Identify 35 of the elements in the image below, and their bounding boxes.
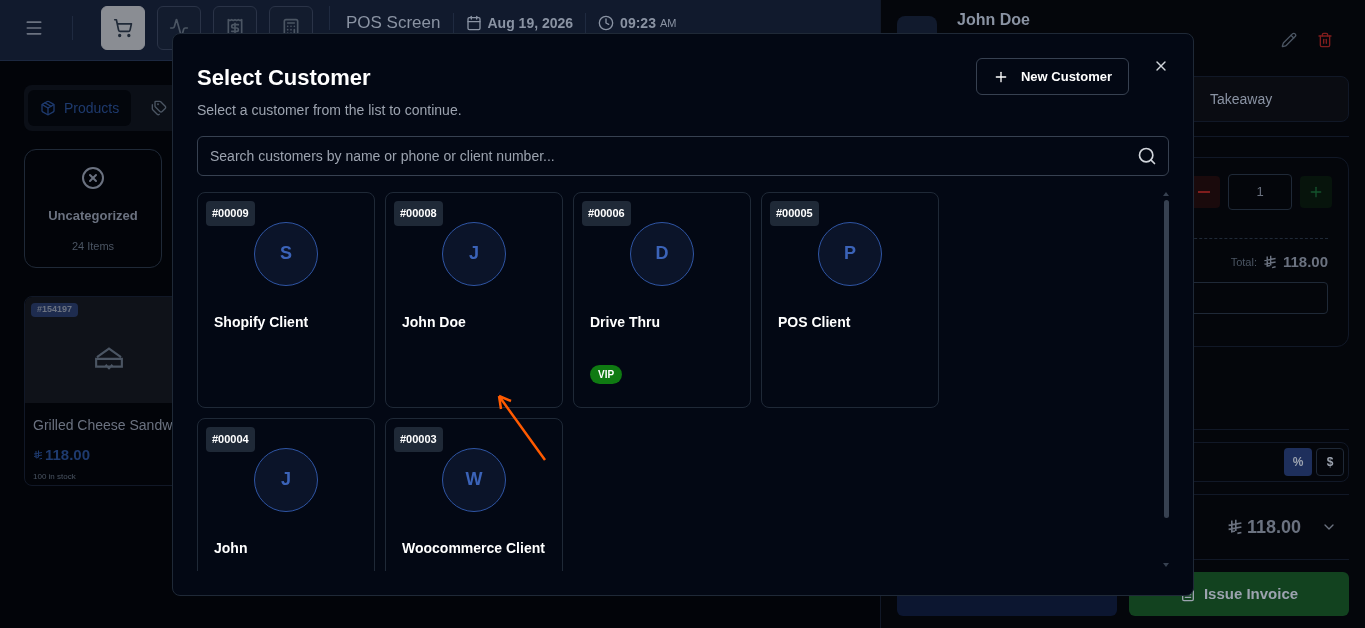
dialog-title: Select Customer [197,64,372,92]
date-text: Aug 19, 2026 [487,14,574,33]
client-number: #00009 [206,201,255,226]
customer-name: Shopify Client [214,312,310,332]
category-name: Uncategorized [48,207,138,225]
client-number: #00004 [206,427,255,452]
dialog-subtitle: Select a customer from the list to continue. [197,101,462,120]
avatar: D [630,221,694,286]
client-number: #00005 [770,201,819,226]
stock-text: 100 in stock [33,470,77,483]
avatar: W [442,447,506,512]
client-number: #00003 [394,427,443,452]
product-code: #154197 [31,303,79,317]
product-name: Grilled Cheese Sandw [33,416,174,435]
category-count: 24 Items [71,238,115,254]
time-text: 09:23 [620,14,656,33]
avatar: S [254,221,318,286]
customer-name: POS Client [778,312,852,332]
client-number: #00008 [394,201,443,226]
customer-name: John Doe [957,10,1030,30]
avatar: J [442,221,506,286]
meridiem-text: AM [659,15,677,31]
item-total: 118.00 [1282,252,1328,272]
customer-name: Woocommerce Client [402,538,546,558]
total-label: Total: [1230,255,1257,270]
avatar: P [818,221,882,286]
vip-tag: VIP [590,364,623,384]
customer-name: John [214,538,249,558]
grand-total: 118.00 [1246,515,1301,539]
customer-name: John Doe [402,312,467,332]
screen-title: POS Screen [346,13,441,33]
customer-name: Drive Thru [590,312,661,332]
client-number: #00006 [582,201,631,226]
avatar: J [254,447,318,512]
product-price: 118.00 [45,445,91,465]
